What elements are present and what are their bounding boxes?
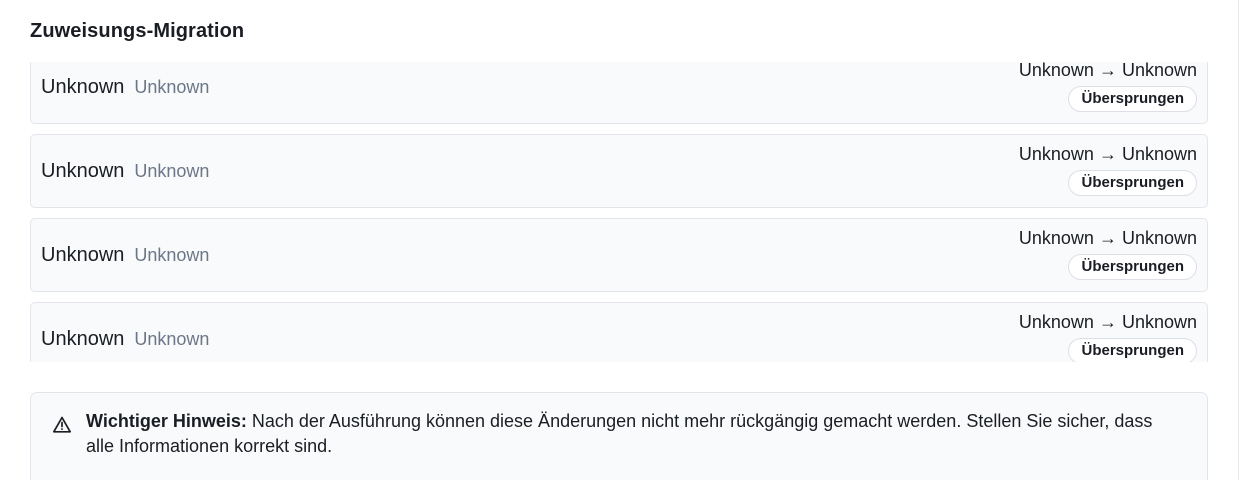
mapping-from: Unknown [1018, 62, 1094, 80]
mapping-to: Unknown [1121, 228, 1197, 248]
mapping-to: Unknown [1121, 62, 1197, 80]
row-subtitle: Unknown [134, 244, 210, 265]
migration-row: Unknown Unknown Unknown → Unknown Übersp… [30, 62, 1208, 124]
migration-row: Unknown Unknown Unknown → Unknown Übersp… [30, 218, 1208, 292]
section-title: Zuweisungs-Migration [30, 20, 245, 42]
row-name: Unknown [41, 327, 125, 350]
mapping-arrow: → [1098, 144, 1117, 164]
migration-row: Unknown Unknown Unknown → Unknown Übersp… [30, 302, 1208, 362]
page: Zuweisungs-Migration Unknown Unknown Unk… [0, 0, 1252, 480]
row-mapping: Unknown → Unknown [1019, 312, 1197, 333]
status-badge: Übersprungen [1068, 86, 1197, 112]
mapping-from: Unknown [1018, 228, 1094, 248]
panel-divider [1238, 0, 1239, 480]
warning-notice: Wichtiger Hinweis: Nach der Ausführung k… [30, 392, 1208, 480]
row-name: Unknown [41, 159, 125, 182]
row-mapping: Unknown → Unknown [1019, 62, 1197, 81]
notice-label: Wichtiger Hinweis: [86, 411, 247, 431]
migration-row: Unknown Unknown Unknown → Unknown Übersp… [30, 134, 1208, 208]
status-badge: Übersprungen [1068, 338, 1197, 362]
mapping-from: Unknown [1018, 312, 1094, 332]
row-subtitle: Unknown [134, 160, 210, 181]
migration-list: Unknown Unknown Unknown → Unknown Übersp… [30, 62, 1208, 362]
row-name: Unknown [41, 75, 125, 98]
notice-text: Wichtiger Hinweis: Nach der Ausführung k… [86, 409, 1167, 459]
mapping-to: Unknown [1121, 312, 1197, 332]
migration-list-viewport[interactable]: Unknown Unknown Unknown → Unknown Übersp… [30, 62, 1208, 362]
mapping-arrow: → [1098, 312, 1117, 332]
mapping-to: Unknown [1121, 144, 1197, 164]
row-mapping: Unknown → Unknown [1019, 228, 1197, 249]
warning-triangle-icon [52, 415, 72, 435]
row-mapping: Unknown → Unknown [1019, 144, 1197, 165]
status-badge: Übersprungen [1068, 170, 1197, 196]
row-subtitle: Unknown [134, 328, 210, 349]
mapping-arrow: → [1098, 62, 1117, 80]
status-badge: Übersprungen [1068, 254, 1197, 280]
row-subtitle: Unknown [134, 76, 210, 97]
mapping-from: Unknown [1018, 144, 1094, 164]
notice-message: Nach der Ausführung können diese Änderun… [86, 411, 1153, 456]
row-name: Unknown [41, 243, 125, 266]
mapping-arrow: → [1098, 228, 1117, 248]
